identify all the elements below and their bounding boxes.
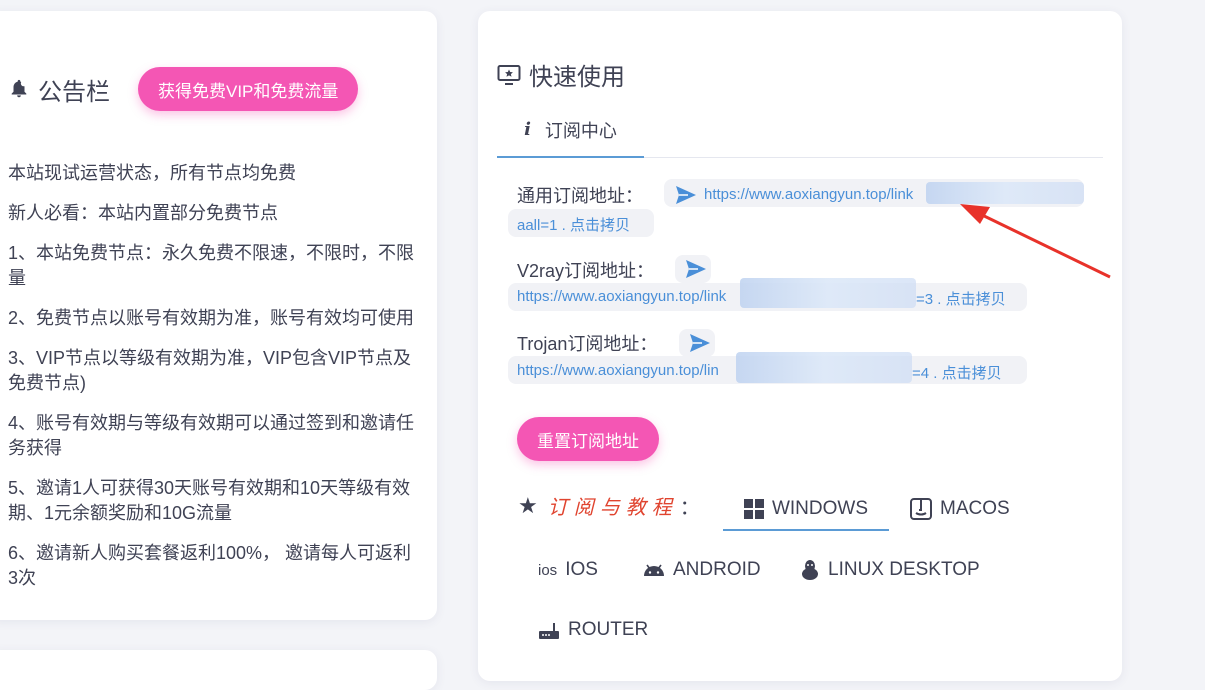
announcement-item: 4、账号有效期与等级有效期可以通过签到和邀请任务获得 [8,413,415,458]
tab-ios-label: IOS [565,559,598,580]
tab-macos-label: MACOS [940,498,1010,519]
announcement-list: 本站现试运营状态，所有节点均免费 新人必看：本站内置部分免费节点 1、本站免费节… [8,161,418,606]
announcement-card: 公告栏 获得免费VIP和免费流量 本站现试运营状态，所有节点均免费 新人必看：本… [0,11,437,620]
android-icon [644,564,664,576]
announcement-item: 1、本站免费节点：永久免费不限速，不限时，不限量 [8,243,415,288]
star-icon: ★ [518,492,538,518]
tutorial-colon: ： [679,497,700,519]
announcement-item: 3、VIP节点以等级有效期为准，VIP包含VIP节点及免费节点) [8,348,412,393]
free-vip-button[interactable]: 获得免费VIP和免费流量 [138,67,359,111]
tab-label: 订阅中心 [544,120,617,141]
tab-router[interactable]: ROUTER [538,610,648,650]
announcement-title: 公告栏 [38,78,110,106]
router-icon [539,623,559,639]
announcement-item: 2、免费节点以账号有效期为准，账号有效均可使用 [8,308,415,328]
linux-tux-icon [802,560,818,580]
tab-windows-label: WINDOWS [771,498,869,519]
announcement-header: 公告栏 获得免费VIP和免费流量 [8,67,359,111]
tab-windows[interactable]: WINDOWS [723,489,889,531]
tutorial-label: 订阅与教程 [548,491,678,520]
tab-android[interactable]: ANDROID [643,550,761,590]
tutorial-row: ★ 订阅与教程 ： [518,491,700,520]
quick-use-card: 快速使用 i 订阅中心 通用订阅地址： https://www.aoxiangy… [478,11,1122,681]
v2ray-url[interactable]: https://www.aoxiangyun.top/link [517,288,726,305]
tab-linux-desktop-label: LINUX DESKTOP [828,559,980,580]
general-sub-label: 通用订阅地址： [517,186,643,206]
quick-use-header: 快速使用 [497,57,625,92]
announcement-item: 6、邀请新人购买套餐返利100%， 邀请每人可返利3次 [8,543,412,588]
announcement-item: 本站现试运营状态，所有节点均免费 [8,163,296,183]
tab-macos[interactable]: MACOS [910,489,1010,529]
redacted-region [736,352,912,383]
send-icon [686,260,706,278]
announcement-item: 新人必看：本站内置部分免费节点 [8,203,278,223]
v2ray-url-end[interactable]: =3 . 点击拷贝 [916,288,1006,309]
tutorial-label-text: 订阅与教程 [547,495,678,519]
trojan-sub-label: Trojan订阅地址： [517,334,658,354]
quick-use-title: 快速使用 [529,64,625,91]
general-url[interactable]: https://www.aoxiangyun.top/link [704,186,913,203]
tab-ios[interactable]: ios IOS [538,550,598,590]
trojan-url-end[interactable]: =4 . 点击拷贝 [912,362,1002,383]
v2ray-copy-link[interactable]: . 点击拷贝 [933,291,1005,308]
info-icon: i [524,119,531,140]
send-icon [676,186,696,204]
finder-icon [910,498,932,520]
subscription-tabbar: i 订阅中心 [497,103,1103,158]
redacted-region [926,182,1084,204]
tab-linux-desktop[interactable]: LINUX DESKTOP [800,550,980,590]
tab-android-label: ANDROID [673,559,761,580]
trojan-url[interactable]: https://www.aoxiangyun.top/lin [517,362,719,379]
ios-icon: ios [538,561,558,579]
monitor-star-icon [497,64,521,85]
general-copy-link[interactable]: . 点击拷贝 [557,217,630,234]
tab-router-label: ROUTER [568,619,649,640]
v2ray-sub-label: V2ray订阅地址： [517,261,655,281]
trojan-copy-link[interactable]: . 点击拷贝 [929,365,1001,382]
announcement-item: 5、邀请1人可获得30天账号有效期和10天等级有效期、1元余额奖励和10G流量 [8,478,411,523]
send-icon [690,334,710,352]
bell-icon [11,79,27,98]
redacted-region [740,278,916,308]
windows-icon [743,499,764,519]
tab-subscription-center[interactable]: i 订阅中心 [497,103,644,158]
next-card [0,650,437,690]
general-url-end[interactable]: aall=1 . 点击拷贝 [517,214,630,235]
reset-subscription-button[interactable]: 重置订阅地址 [517,417,659,461]
